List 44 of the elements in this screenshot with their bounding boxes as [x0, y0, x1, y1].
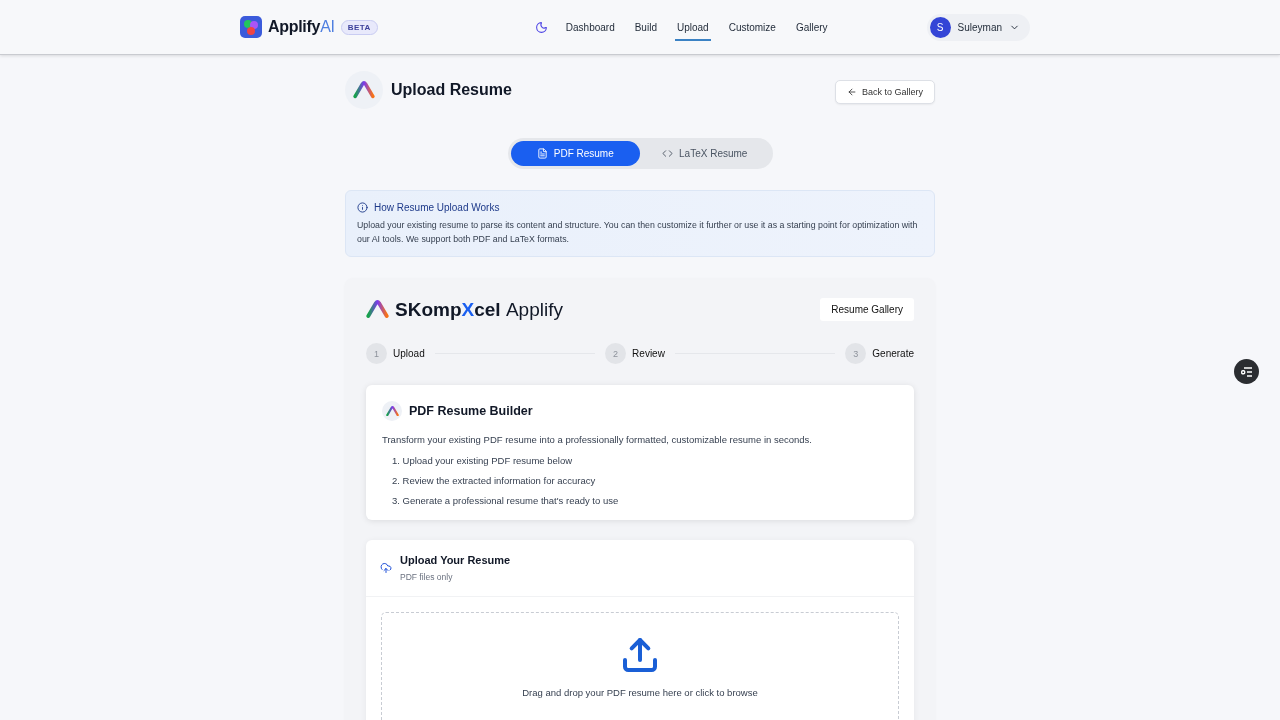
drop-instructions: Drag and drop your PDF resume here or click to browse: [522, 687, 758, 698]
user-avatar: S: [929, 16, 951, 38]
nav-link[interactable]: Upload: [674, 13, 711, 41]
back-button[interactable]: Back to Gallery: [834, 80, 935, 104]
app-name: ApplifyAI: [268, 18, 335, 36]
list-item: 1. Upload your existing PDF resume below: [392, 455, 574, 466]
page-title: Upload Resume: [391, 81, 512, 99]
card-title: PDF Resume Builder: [409, 404, 533, 418]
info-text: Upload your existing resume to parse its content and structure. You can then customize it further or use it as a starting point for optimization with our AI tools. We support both PDF and LaTeX formats.: [357, 219, 919, 246]
logo-mark-icon: [353, 81, 375, 99]
step-label: Review: [632, 348, 665, 359]
moon-icon[interactable]: [534, 20, 548, 34]
brand-mark-icon: [366, 300, 389, 319]
upload-title: Upload Your Resume: [400, 554, 511, 566]
app-logo-icon: [240, 16, 262, 38]
step-number: 2: [605, 343, 627, 364]
file-drop-zone[interactable]: Drag and drop your PDF resume here or click to browse: [381, 612, 899, 720]
upload-subtitle: PDF files only: [400, 572, 454, 582]
mode-tab[interactable]: PDF Resume: [510, 141, 640, 166]
arrow-left-icon: [846, 87, 857, 97]
step-label: Generate: [872, 348, 914, 359]
nav-link[interactable]: Customize: [726, 13, 778, 41]
floating-action-button[interactable]: [1234, 359, 1259, 384]
list-item: 3. Generate a professional resume that's ready to use: [392, 495, 620, 506]
step-label: Upload: [393, 348, 425, 359]
info-icon: [357, 202, 368, 213]
upload-icon: [620, 635, 660, 675]
nav-link[interactable]: Gallery: [793, 13, 830, 41]
mode-tab[interactable]: LaTeX Resume: [640, 141, 770, 166]
resume-gallery-button[interactable]: Resume Gallery: [820, 298, 914, 321]
nav-link[interactable]: Build: [632, 13, 659, 41]
beta-badge: BETA: [340, 19, 378, 35]
info-title: How Resume Upload Works: [374, 202, 500, 213]
cloud-upload-icon: [380, 562, 392, 574]
nav-link[interactable]: Dashboard: [563, 13, 617, 41]
document-icon: [536, 148, 548, 159]
user-menu-button[interactable]: S Suleyman: [926, 13, 1030, 41]
brand-title: SKompXcel Applify: [395, 298, 563, 321]
card-description: Transform your existing PDF resume into a professionally formatted, customizable resume in seconds.: [382, 434, 813, 445]
step-number: 1: [366, 343, 387, 364]
step-number: 3: [845, 343, 867, 364]
code-icon: [662, 148, 674, 159]
list-toggle-icon: [1240, 366, 1253, 377]
list-item: 2. Review the extracted information for accuracy: [392, 475, 597, 486]
